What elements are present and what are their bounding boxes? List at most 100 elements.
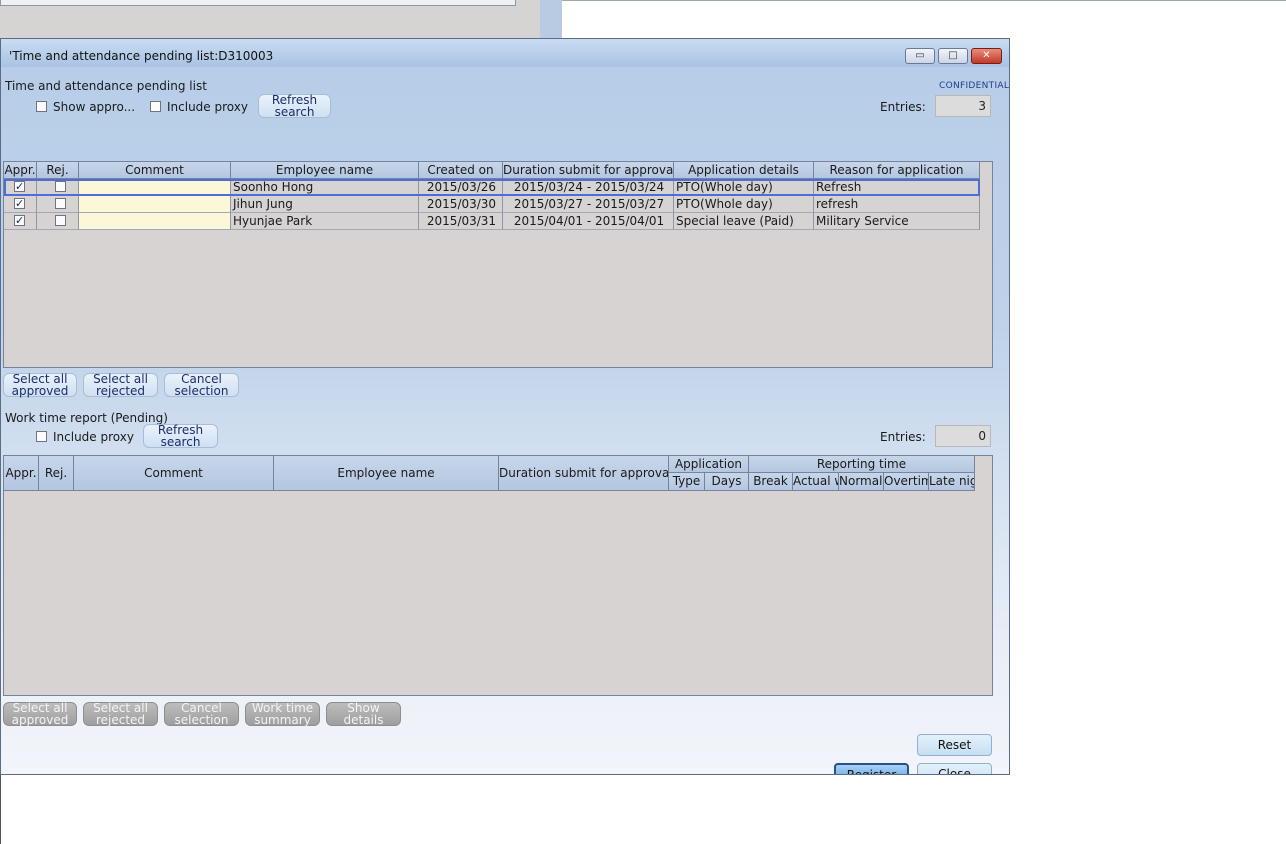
cell-rej[interactable] (37, 179, 79, 196)
comment-field[interactable] (79, 213, 231, 230)
close-window-button[interactable]: ✕ (971, 48, 1002, 64)
wt-col-type[interactable]: Type (669, 473, 705, 491)
wt-col-days[interactable]: Days (705, 473, 749, 491)
cell-details: PTO(Whole day) (674, 196, 814, 213)
wt-col-normal[interactable]: Normal (839, 473, 884, 491)
cell-duration: 2015/03/27 - 2015/03/27 (503, 196, 674, 213)
cell-duration: 2015/04/01 - 2015/04/01 (503, 213, 674, 230)
cell-details: PTO(Whole day) (674, 179, 814, 196)
wt-select-all-approved-button[interactable]: Select all approved (3, 702, 77, 726)
work-time-summary-button[interactable]: Work time summary (245, 702, 320, 726)
maximize-button[interactable]: □ (938, 48, 968, 64)
refresh-search-button[interactable]: Refresh search (258, 94, 331, 118)
button-label-2: approved (11, 713, 69, 727)
pending-section-label: Time and attendance pending list (5, 79, 207, 93)
approve-checkbox[interactable] (14, 213, 25, 229)
wt-col-appr[interactable]: Appr. (4, 456, 39, 491)
pending-entries-count: 3 (935, 95, 991, 117)
reject-checkbox[interactable] (55, 198, 66, 209)
close-button[interactable]: Close (917, 763, 992, 774)
wt-col-employee[interactable]: Employee name (274, 456, 499, 491)
cancel-selection-button[interactable]: Cancel selection (164, 373, 239, 397)
cell-created: 2015/03/31 (419, 213, 503, 230)
button-label-2: selection (174, 713, 229, 727)
wt-select-all-rejected-button[interactable]: Select all rejected (83, 702, 158, 726)
cell-employee: Hyunjae Park (231, 213, 419, 230)
wt-col-rej[interactable]: Rej. (39, 456, 74, 491)
refresh-search-label-2: search (160, 435, 201, 449)
reject-checkbox[interactable] (55, 215, 66, 226)
cell-employee: Jihun Jung (231, 196, 419, 213)
worktime-include-proxy-checkbox[interactable] (36, 431, 47, 442)
button-label-2: rejected (95, 384, 146, 398)
button-label-2: approved (11, 384, 69, 398)
cell-employee: Soonho Hong (231, 179, 419, 196)
worktime-entries-label: Entries: (880, 430, 926, 444)
worktime-section-label: Work time report (Pending) (5, 411, 168, 425)
select-all-approved-button[interactable]: Select all approved (3, 373, 77, 397)
cell-appr[interactable] (4, 213, 37, 230)
title-bar[interactable]: 'Time and attendance pending list:D31000… (1, 39, 1009, 67)
cell-details: Special leave (Paid) (674, 213, 814, 230)
wt-col-overtime[interactable]: Overtim (884, 473, 929, 491)
cell-created: 2015/03/26 (419, 179, 503, 196)
col-header-details[interactable]: Application details (674, 162, 814, 179)
cell-appr[interactable] (4, 179, 37, 196)
background-window-frame (540, 0, 563, 40)
background-window-white (562, 0, 1286, 41)
cell-reason: Military Service (814, 213, 980, 230)
worktime-include-proxy-label: Include proxy (53, 430, 134, 444)
comment-field[interactable] (79, 196, 231, 213)
background-window (0, 0, 541, 40)
approve-checkbox[interactable] (14, 196, 25, 212)
cell-rej[interactable] (37, 213, 79, 230)
register-button[interactable]: Register (834, 763, 909, 774)
wt-group-application: Application (669, 456, 749, 473)
col-header-comment[interactable]: Comment (79, 162, 231, 179)
maximize-icon: □ (948, 50, 958, 61)
wt-col-latenight[interactable]: Late nig (929, 473, 975, 491)
wt-col-comment[interactable]: Comment (74, 456, 274, 491)
pending-table[interactable]: Appr. Rej. Comment Employee name Created… (3, 161, 993, 368)
pending-entries-label: Entries: (880, 100, 926, 114)
worktime-table[interactable]: Appr. Rej. Comment Employee name Duratio… (3, 455, 993, 696)
window-title: 'Time and attendance pending list:D31000… (9, 49, 274, 63)
include-proxy-checkbox[interactable] (150, 101, 161, 112)
show-details-button[interactable]: Show details (326, 702, 401, 726)
close-icon: ✕ (982, 50, 991, 61)
worktime-entries-count: 0 (935, 425, 991, 447)
cell-created: 2015/03/30 (419, 196, 503, 213)
background-table-header (0, 0, 516, 6)
wt-col-break[interactable]: Break (749, 473, 793, 491)
col-header-reason[interactable]: Reason for application (814, 162, 980, 179)
show-approved-checkbox[interactable] (36, 101, 47, 112)
cell-rej[interactable] (37, 196, 79, 213)
comment-field[interactable] (79, 179, 231, 196)
minimize-button[interactable]: ▭ (905, 48, 935, 64)
cell-appr[interactable] (4, 196, 37, 213)
cell-duration: 2015/03/24 - 2015/03/24 (503, 179, 674, 196)
button-label-2: rejected (95, 713, 146, 727)
minimize-icon: ▭ (915, 50, 925, 61)
col-header-employee[interactable]: Employee name (231, 162, 419, 179)
col-header-duration[interactable]: Duration submit for approval (503, 162, 674, 179)
cell-reason: Refresh (814, 179, 980, 196)
col-header-created[interactable]: Created on (419, 162, 503, 179)
col-header-rej[interactable]: Rej. (37, 162, 79, 179)
reject-checkbox[interactable] (55, 181, 66, 192)
wt-col-duration[interactable]: Duration submit for approval (499, 456, 669, 491)
button-label-2: selection (174, 384, 229, 398)
col-header-appr[interactable]: Appr. (4, 162, 37, 179)
cell-reason: refresh (814, 196, 980, 213)
include-proxy-label: Include proxy (167, 100, 248, 114)
button-label-1: Show details (343, 701, 384, 727)
confidential-label: CONFIDENTIAL (939, 81, 1010, 91)
background-window-edge (0, 775, 1, 844)
wt-cancel-selection-button[interactable]: Cancel selection (164, 702, 239, 726)
approve-checkbox[interactable] (14, 179, 25, 195)
worktime-refresh-search-button[interactable]: Refresh search (143, 424, 218, 448)
reset-button[interactable]: Reset (917, 734, 992, 756)
select-all-rejected-button[interactable]: Select all rejected (83, 373, 158, 397)
wt-col-actual[interactable]: Actual w (793, 473, 839, 491)
button-label-2: summary (254, 713, 311, 727)
